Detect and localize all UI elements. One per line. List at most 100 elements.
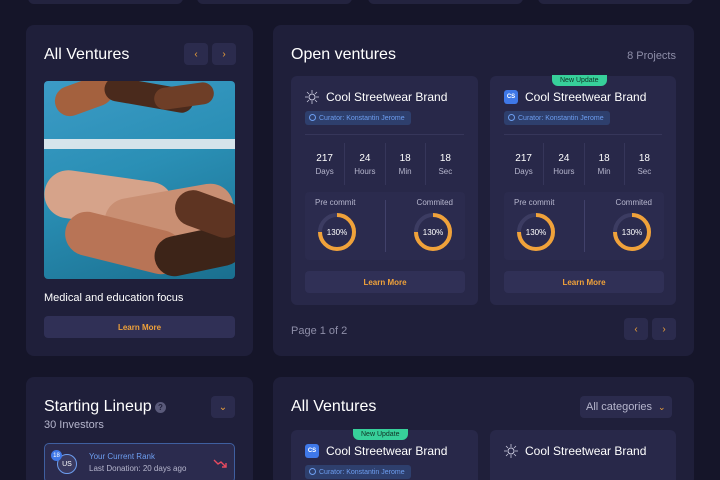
- count-label: Days: [514, 166, 533, 176]
- rank-title: Your Current Rank: [89, 452, 155, 461]
- count-label: Days: [315, 166, 334, 176]
- venture-card: New Update CS Cool Streetwear Brand Cura…: [490, 75, 676, 305]
- learn-more-button[interactable]: Learn More: [305, 271, 465, 293]
- countdown-hours: 24 Hours: [345, 143, 386, 185]
- venture-photo: [44, 81, 235, 279]
- committed-label: Commited: [416, 198, 453, 207]
- project-count: 8 Projects: [627, 50, 676, 62]
- countdown: 217 Days 24 Hours 18 Min 18 Sec: [504, 143, 664, 185]
- mandala-icon: [504, 444, 518, 458]
- open-ventures-panel: Open ventures 8 Projects Cool Streetwear…: [273, 25, 694, 356]
- count-value: 217: [316, 152, 333, 164]
- mandala-icon: [305, 90, 319, 104]
- divider: [305, 134, 464, 135]
- photo-band: [44, 139, 235, 149]
- last-donation: Last Donation: 20 days ago: [89, 464, 187, 473]
- current-rank-row[interactable]: US 18 Your Current Rank Last Donation: 2…: [44, 443, 235, 480]
- top-card-stub: [368, 0, 523, 4]
- count-value: 18: [638, 152, 650, 164]
- filter-value: All categories: [586, 401, 653, 413]
- count-value: 18: [439, 152, 451, 164]
- pre-commit-value: 130%: [326, 227, 348, 237]
- venture-caption: Medical and education focus: [44, 292, 184, 304]
- help-icon[interactable]: ?: [155, 402, 166, 413]
- count-value: 18: [399, 152, 411, 164]
- curator-name: Curator: Konstantin Jerome: [518, 114, 604, 122]
- investor-count: 30 Investors: [44, 419, 104, 431]
- commit-stats: Pre commit Commited 130% 130%: [504, 192, 664, 260]
- committed-value: 130%: [422, 227, 444, 237]
- count-label: Hours: [553, 166, 575, 176]
- curator-name: Curator: Konstantin Jerome: [319, 114, 405, 122]
- countdown-hours: 24 Hours: [544, 143, 585, 185]
- count-label: Min: [398, 166, 412, 176]
- curator-name: Curator: Konstantin Jerome: [319, 468, 405, 476]
- next-button[interactable]: ›: [212, 43, 236, 65]
- curator-tag[interactable]: Curator: Konstantin Jerome: [305, 465, 411, 479]
- commit-stats: Pre commit Commited 130% 130%: [305, 192, 465, 260]
- user-icon: [508, 114, 515, 121]
- count-label: Hours: [354, 166, 376, 176]
- pre-commit-label: Pre commit: [514, 198, 555, 207]
- card-title: Cool Streetwear Brand: [326, 444, 448, 458]
- panel-title: Starting Lineup: [44, 398, 152, 415]
- venture-card: Cool Streetwear Brand Curator: Konstanti…: [291, 76, 478, 305]
- panel-title: All Ventures: [44, 46, 130, 63]
- learn-more-button[interactable]: Learn More: [504, 271, 664, 293]
- all-ventures-panel: All Ventures ‹ › Medical and education f…: [26, 25, 253, 356]
- countdown-min: 18 Min: [585, 143, 625, 185]
- new-update-badge: New Update: [552, 75, 607, 86]
- count-value: 24: [359, 152, 371, 164]
- trend-down-icon: [213, 459, 227, 468]
- countdown-days: 217 Days: [305, 143, 346, 185]
- user-icon: [309, 114, 316, 121]
- prev-page-button[interactable]: ‹: [624, 318, 648, 340]
- venture-card: New Update CS Cool Streetwear Brand Cura…: [291, 429, 478, 480]
- committed-value: 130%: [621, 227, 643, 237]
- rank-badge: 18: [51, 450, 62, 461]
- card-title: Cool Streetwear Brand: [525, 90, 647, 104]
- user-icon: [309, 468, 316, 475]
- countdown-sec: 18 Sec: [625, 143, 664, 185]
- top-card-stub: [197, 0, 352, 4]
- count-label: Min: [597, 166, 611, 176]
- top-card-stub: [28, 0, 183, 4]
- cs-logo-icon: CS: [504, 90, 518, 104]
- venture-card: Cool Streetwear Brand: [490, 430, 676, 480]
- card-title: Cool Streetwear Brand: [326, 90, 448, 104]
- countdown-min: 18 Min: [386, 143, 426, 185]
- count-value: 24: [558, 152, 570, 164]
- expand-button[interactable]: ⌄: [211, 396, 235, 418]
- count-value: 18: [598, 152, 610, 164]
- countdown-sec: 18 Sec: [426, 143, 465, 185]
- curator-tag[interactable]: Curator: Konstantin Jerome: [305, 111, 411, 125]
- divider: [584, 200, 585, 252]
- divider: [504, 134, 662, 135]
- top-card-stub: [538, 0, 693, 4]
- pagination-nav: ‹ ›: [624, 318, 676, 340]
- prev-button[interactable]: ‹: [184, 43, 208, 65]
- committed-label: Commited: [615, 198, 652, 207]
- countdown-days: 217 Days: [504, 143, 545, 185]
- pre-commit-value: 130%: [525, 227, 547, 237]
- panel-title: All Ventures: [291, 398, 377, 415]
- count-value: 217: [515, 152, 532, 164]
- countdown: 217 Days 24 Hours 18 Min 18 Sec: [305, 143, 465, 185]
- curator-tag[interactable]: Curator: Konstantin Jerome: [504, 111, 610, 125]
- cs-logo-icon: CS: [305, 444, 319, 458]
- next-page-button[interactable]: ›: [652, 318, 676, 340]
- pre-commit-label: Pre commit: [315, 198, 356, 207]
- carousel-nav: ‹ ›: [184, 43, 236, 65]
- starting-lineup-panel: Starting Lineup ? 30 Investors ⌄ US 18 Y…: [26, 377, 253, 480]
- category-filter[interactable]: All categories ⌄: [580, 396, 672, 418]
- count-label: Sec: [637, 166, 652, 176]
- pagination-text: Page 1 of 2: [291, 325, 348, 337]
- learn-more-button[interactable]: Learn More: [44, 316, 235, 338]
- panel-title: Open ventures: [291, 46, 396, 63]
- card-title: Cool Streetwear Brand: [525, 444, 647, 458]
- chevron-down-icon: ⌄: [658, 401, 666, 412]
- count-label: Sec: [438, 166, 453, 176]
- avatar-initials: US: [62, 460, 72, 468]
- new-update-badge: New Update: [353, 429, 408, 440]
- all-ventures-list-panel: All Ventures All categories ⌄ New Update…: [273, 377, 694, 480]
